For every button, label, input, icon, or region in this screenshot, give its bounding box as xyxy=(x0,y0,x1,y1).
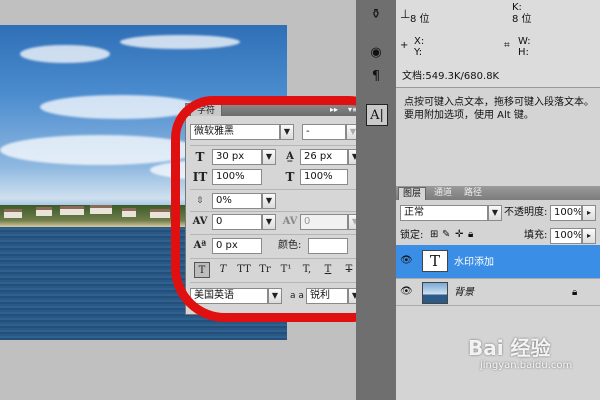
navigator-icon[interactable]: ◉ xyxy=(362,42,390,64)
text-style-button[interactable]: T xyxy=(341,262,357,278)
baseline-shift-input[interactable]: 0 px xyxy=(212,238,262,254)
layer-name[interactable]: 水印添加 xyxy=(454,257,494,269)
character-panel-header[interactable]: 字符 ▸▸ ▾≡ xyxy=(186,104,364,116)
horizontal-scale-input[interactable]: 100% xyxy=(300,169,348,185)
lock-position-icon[interactable]: ✛ xyxy=(455,229,463,241)
text-style-button[interactable]: T, xyxy=(299,262,315,278)
lock-label: 锁定: xyxy=(400,230,424,241)
baseline-shift-icon: Aª xyxy=(193,240,207,251)
layers-tabs: 图层 通道 路径 xyxy=(396,186,600,200)
antialias-icon: a a xyxy=(290,291,304,301)
baidu-watermark: Bai 经验 jingyan.baidu.com xyxy=(468,336,596,384)
paragraph-icon[interactable]: ¶ xyxy=(362,66,390,88)
font-size-input[interactable]: 30 px xyxy=(212,149,262,165)
antialias-select[interactable]: 锐利 xyxy=(306,288,348,304)
bit-depth-left: 8 位 xyxy=(410,14,430,25)
tab-channels[interactable]: 通道 xyxy=(430,187,456,200)
font-style-select[interactable]: - xyxy=(302,124,346,140)
tracking-icon: AV xyxy=(282,216,298,227)
font-family-select[interactable]: 微软雅黑 xyxy=(190,124,280,140)
vertical-scale-icon: IT xyxy=(192,170,208,184)
layer-row-background[interactable]: 👁︎ 背景 🔒︎ xyxy=(396,280,600,306)
collapse-icon[interactable]: ▸▸ xyxy=(330,104,338,116)
visibility-eye-icon[interactable]: 👁︎ xyxy=(400,255,413,266)
text-style-button[interactable]: T xyxy=(215,262,231,278)
chevron-down-icon[interactable]: ▸ xyxy=(582,205,596,221)
bit-depth-right: 8 位 xyxy=(512,14,532,25)
h-label: H: xyxy=(518,47,529,58)
watermark-url: jingyan.baidu.com xyxy=(480,360,573,371)
text-style-button[interactable]: T xyxy=(194,262,210,278)
opacity-label: 不透明度: xyxy=(504,207,548,218)
lock-transparent-icon[interactable]: ⊞ xyxy=(430,229,438,241)
horizontal-scale-icon: T xyxy=(285,170,295,184)
color-label: 颜色: xyxy=(278,240,302,251)
text-layer-thumbnail: T xyxy=(422,250,448,272)
text-style-button[interactable]: Tr xyxy=(257,262,273,278)
color-swatch[interactable] xyxy=(308,238,348,254)
tracking-input[interactable]: 0 xyxy=(300,214,348,230)
watermark-brand: Bai 经验 xyxy=(468,336,551,360)
character-panel-icon[interactable]: A| xyxy=(366,104,388,126)
chevron-down-icon[interactable]: ▼ xyxy=(280,124,294,140)
vertical-scale-input[interactable]: 100% xyxy=(212,169,262,185)
document-size: 文档:549.3K/680.8K xyxy=(402,71,500,82)
tracking-ratio-icon: ⇳ xyxy=(196,196,204,206)
language-select[interactable]: 美国英语 xyxy=(190,288,268,304)
tab-layers[interactable]: 图层 xyxy=(398,187,427,200)
tracking-ratio-input[interactable]: 0% xyxy=(212,193,262,209)
stamp-icon: ⊥ xyxy=(400,7,411,21)
k-label: K: xyxy=(512,2,522,13)
fill-input[interactable]: 100% xyxy=(550,228,582,244)
lock-all-icon[interactable]: 🔒︎ xyxy=(468,229,473,241)
chevron-down-icon[interactable]: ▼ xyxy=(262,193,276,209)
layer-row-text[interactable]: 👁︎ T 水印添加 xyxy=(396,245,600,279)
layer-name[interactable]: 背景 xyxy=(454,287,474,299)
lock-icon: 🔒︎ xyxy=(572,287,578,298)
tool-strip: ⚱ ◉ ¶ A| xyxy=(356,0,396,400)
fill-label: 填充: xyxy=(524,230,548,241)
chevron-down-icon[interactable]: ▸ xyxy=(582,228,596,244)
chevron-down-icon[interactable]: ▼ xyxy=(262,149,276,165)
text-style-button[interactable]: T¹ xyxy=(278,262,294,278)
chevron-down-icon[interactable]: ▼ xyxy=(488,205,502,221)
leading-input[interactable]: 26 px xyxy=(300,149,348,165)
tool-hint-text: 点按可键入点文本，拖移可键入段落文本。要用附加选项，使用 Alt 键。 xyxy=(404,97,594,121)
character-panel: 字符 ▸▸ ▾≡ 微软雅黑 ▼ - ▼ T 30 px ▼ A̲ 26 px ▼… xyxy=(185,103,365,315)
info-panel: ⊥ 8 位 K: 8 位 + X: Y: ⌗ W: H: 文档:549.3K/6… xyxy=(396,0,600,88)
background-layer-thumbnail xyxy=(422,282,448,304)
font-size-icon: T xyxy=(195,150,205,164)
y-label: Y: xyxy=(414,47,423,58)
crosshair-icon: + xyxy=(400,40,409,51)
chevron-down-icon[interactable]: ▼ xyxy=(262,214,276,230)
blend-mode-select[interactable]: 正常 xyxy=(400,205,488,221)
leading-icon: A̲ xyxy=(286,151,294,162)
stamp-icon[interactable]: ⚱ xyxy=(362,4,390,26)
kerning-input[interactable]: 0 xyxy=(212,214,262,230)
opacity-input[interactable]: 100% xyxy=(550,205,582,221)
kerning-icon: AV xyxy=(192,216,208,227)
tab-paths[interactable]: 路径 xyxy=(460,187,486,200)
text-style-button[interactable]: TT xyxy=(236,262,252,278)
tab-character[interactable]: 字符 xyxy=(190,104,223,116)
selection-size-icon: ⌗ xyxy=(504,40,510,51)
text-style-button[interactable]: T xyxy=(320,262,336,278)
chevron-down-icon[interactable]: ▼ xyxy=(268,288,282,304)
visibility-eye-icon[interactable]: 👁︎ xyxy=(400,286,413,297)
lock-image-icon[interactable]: ✎ xyxy=(442,229,450,241)
